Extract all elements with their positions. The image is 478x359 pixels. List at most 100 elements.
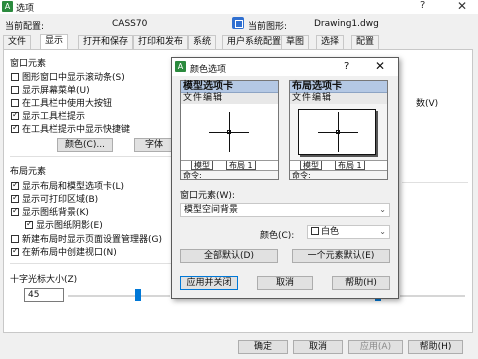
preview-canvas [290, 104, 387, 160]
checkbox-box[interactable] [11, 206, 19, 216]
checkbox-printable-area[interactable]: 显示可打印区域(B) [11, 192, 98, 205]
separator [402, 182, 468, 183]
current-config-value: CASS70 [112, 19, 148, 29]
preview-layout-tab: 布局 1 [226, 161, 256, 170]
checkbox-scrollbars[interactable]: 图形窗口中显示滚动条(S) [11, 70, 125, 83]
window-title: 选项 [16, 4, 35, 14]
right-partial-label: 数(V) [416, 99, 439, 109]
color-cancel-button[interactable]: 取消 [257, 276, 313, 290]
preview-canvas [181, 104, 278, 160]
current-drawing-label: 当前图形: [248, 22, 288, 32]
drawing-icon [232, 17, 244, 29]
crosshair-size-input[interactable]: 45 [24, 288, 64, 302]
preview-command-line: 命令: [290, 170, 387, 180]
crosshair-size-title: 十字光标大小(Z) [10, 275, 78, 285]
checkbox-large-buttons[interactable]: 在工具栏中使用大按钮 [11, 96, 112, 109]
checkbox-box[interactable] [11, 110, 19, 120]
checkbox-create-viewport[interactable]: 在新布局中创建视口(N) [11, 245, 117, 258]
close-icon[interactable]: ✕ [457, 0, 467, 13]
tab-drafting[interactable]: 草图 [281, 35, 310, 49]
current-drawing-value: Drawing1.dwg [314, 19, 379, 29]
preview-menubar: 文件编辑 [290, 93, 387, 104]
close-icon[interactable]: ✕ [375, 59, 385, 73]
checkbox-label: 新建布局时显示页面设置管理器(G) [22, 235, 162, 245]
separator [10, 263, 175, 264]
color-options-dialog: A 颜色选项 ? ✕ 模型选项卡 文件编辑 模型 布局 1 命令: 布局选项卡 … [171, 57, 399, 299]
crosshair-slider-track[interactable] [68, 295, 170, 297]
preview-model-tab: 模型 [191, 161, 213, 170]
color-label: 颜色(C): [260, 231, 295, 241]
color-help-button[interactable]: 帮助(H) [332, 276, 390, 290]
checkbox-box[interactable] [11, 72, 19, 81]
checkbox-box[interactable] [11, 123, 19, 133]
colors-button[interactable]: 颜色(C)... [57, 138, 113, 152]
fonts-button[interactable]: 字体(F)... [134, 138, 174, 152]
checkbox-paper-background[interactable]: 显示图纸背景(K) [11, 205, 89, 218]
checkbox-label: 显示图纸阴影(E) [36, 221, 103, 231]
window-element-label: 窗口元素(W): [180, 191, 235, 201]
checkbox-box[interactable] [25, 219, 33, 229]
preview-tabs: 模型 布局 1 [290, 160, 387, 170]
tab-user-preferences[interactable]: 用户系统配置 [222, 35, 287, 49]
color-dialog-title-bar: A 颜色选项 ? ✕ [172, 58, 398, 76]
checkbox-label: 显示图纸背景(K) [22, 208, 89, 218]
ok-button[interactable]: 确定 [238, 340, 288, 354]
preview-header: 模型选项卡 [181, 81, 278, 93]
checkbox-box[interactable] [11, 246, 19, 256]
checkbox-label: 显示布局和模型选项卡(L) [22, 182, 125, 192]
checkbox-paper-shadow[interactable]: 显示图纸阴影(E) [25, 218, 103, 231]
checkbox-label: 在新布局中创建视口(N) [22, 248, 117, 258]
help-icon[interactable]: ? [344, 61, 349, 72]
preview-tabs: 模型 布局 1 [181, 160, 278, 170]
checkbox-screen-menu[interactable]: 显示屏幕菜单(U) [11, 83, 90, 96]
right-slider-track[interactable] [400, 295, 465, 297]
layout-tab-preview[interactable]: 布局选项卡 文件编辑 模型 布局 1 命令: [289, 80, 388, 180]
window-element-select[interactable]: 模型空间背景 ⌄ [180, 203, 390, 217]
checkbox-box[interactable] [11, 180, 19, 190]
cancel-button[interactable]: 取消 [293, 340, 343, 354]
tab-plot-publish[interactable]: 打印和发布 [133, 35, 189, 49]
reset-all-button[interactable]: 全部默认(D) [180, 249, 278, 263]
app-icon: A [2, 1, 13, 12]
checkbox-box[interactable] [11, 98, 19, 107]
checkbox-layout-tabs[interactable]: 显示布局和模型选项卡(L) [11, 179, 124, 192]
window-elements-title: 窗口元素 [10, 59, 47, 69]
help-icon[interactable]: ? [420, 0, 425, 11]
crosshair-pickbox [227, 130, 231, 134]
checkbox-box[interactable] [11, 234, 19, 243]
separator [10, 156, 175, 157]
title-bar: A 选项 ? ✕ [0, 0, 478, 14]
chevron-down-icon: ⌄ [379, 205, 386, 214]
checkbox-page-setup-manager[interactable]: 新建布局时显示页面设置管理器(G) [11, 232, 162, 245]
checkbox-shortcut-keys[interactable]: 在工具栏提示中显示快捷键 [11, 122, 130, 135]
help-button[interactable]: 帮助(H) [408, 340, 463, 354]
checkbox-label: 显示工具栏提示 [22, 112, 86, 122]
tab-selection[interactable]: 选择 [316, 35, 345, 49]
color-value: 白色 [321, 227, 340, 237]
checkbox-label: 在工具栏中使用大按钮 [22, 99, 113, 109]
apply-button[interactable]: 应用(A) [348, 340, 403, 354]
checkbox-tooltips[interactable]: 显示工具栏提示 [11, 109, 85, 122]
crosshair-slider-thumb[interactable] [135, 289, 141, 301]
checkbox-label: 在工具栏提示中显示快捷键 [22, 125, 131, 135]
profile-row: 当前配置: CASS70 当前图形: Drawing1.dwg [0, 14, 478, 36]
tab-system[interactable]: 系统 [188, 35, 217, 49]
layout-elements-title: 布局元素 [10, 167, 47, 177]
checkbox-label: 显示可打印区域(B) [22, 195, 99, 205]
color-dialog-title: 颜色选项 [190, 65, 227, 75]
color-select[interactable]: 白色 ⌄ [307, 225, 390, 239]
preview-model-tab: 模型 [300, 161, 322, 170]
checkbox-box[interactable] [11, 85, 19, 94]
preview-menubar: 文件编辑 [181, 93, 278, 104]
checkbox-box[interactable] [11, 193, 19, 203]
model-tab-preview[interactable]: 模型选项卡 文件编辑 模型 布局 1 命令: [180, 80, 279, 180]
color-swatch [311, 227, 319, 235]
tab-profiles[interactable]: 配置 [351, 35, 380, 49]
tab-open-save[interactable]: 打开和保存 [78, 35, 134, 49]
apply-and-close-button[interactable]: 应用并关闭 [180, 276, 238, 290]
preview-layout-tab: 布局 1 [335, 161, 365, 170]
reset-one-element-button[interactable]: 一个元素默认(E) [292, 249, 390, 263]
tab-display[interactable]: 显示 [40, 34, 69, 50]
tab-files[interactable]: 文件 [3, 35, 32, 49]
preview-command-line: 命令: [181, 170, 278, 180]
